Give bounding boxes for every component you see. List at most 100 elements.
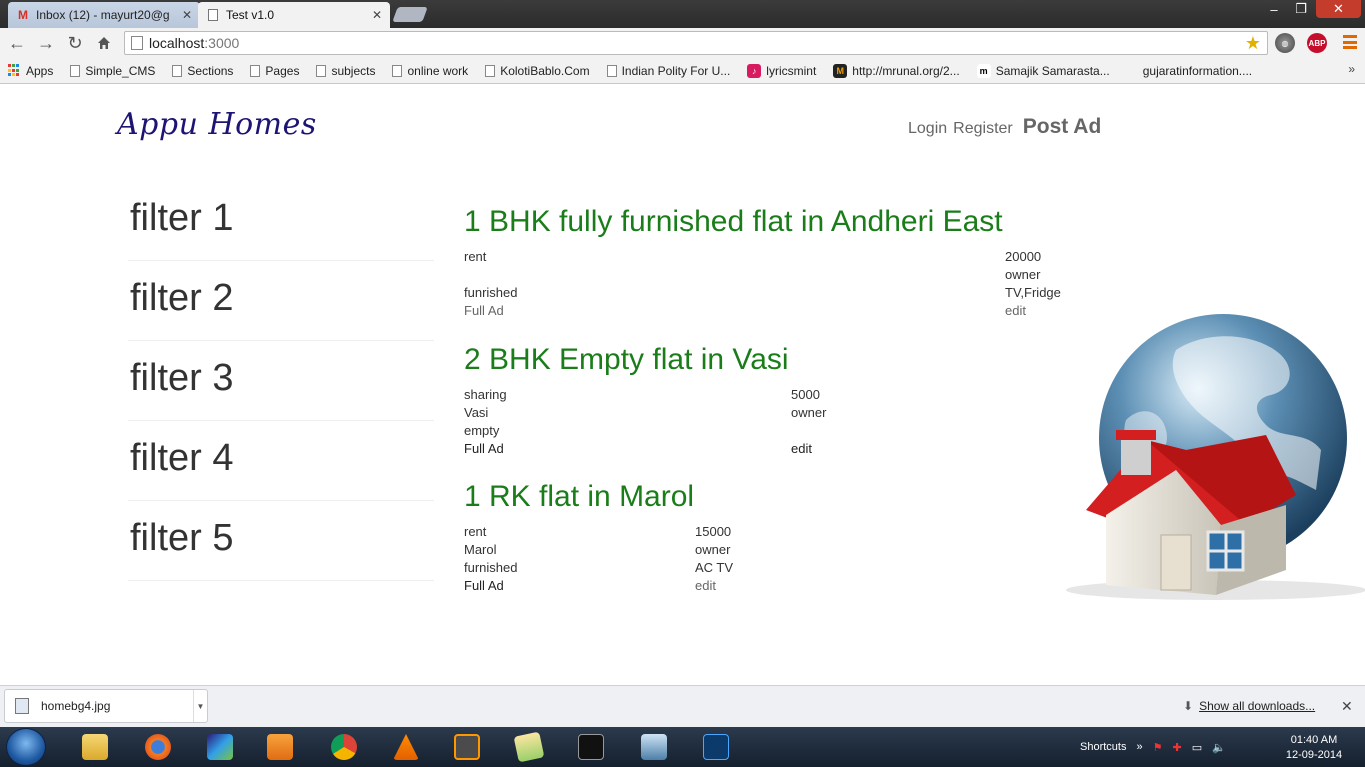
bookmark-pages[interactable]: Pages [250, 64, 299, 78]
bookmark-simple-cms[interactable]: Simple_CMS [70, 64, 155, 78]
sublime-text-icon [454, 734, 480, 760]
filter-item[interactable]: filter 1 [128, 181, 434, 261]
back-arrow-icon: ← [8, 32, 26, 53]
ad-posted-by: owner [695, 542, 731, 557]
taskbar-folder[interactable] [509, 731, 549, 763]
taskbar-vlc[interactable] [386, 731, 426, 763]
filter-item[interactable]: filter 4 [128, 421, 434, 501]
bookmark-subjects[interactable]: subjects [316, 64, 375, 78]
taskbar-winamp[interactable] [200, 731, 240, 763]
taskbar-chrome[interactable] [324, 731, 364, 763]
ad-furnishing: empty [464, 423, 500, 438]
download-menu-button[interactable]: ▼ [193, 690, 207, 722]
clock[interactable]: 01:40 AM 12-09-2014 [1282, 733, 1346, 763]
bookmark-sections[interactable]: Sections [172, 64, 233, 78]
taskbar-cmd[interactable] [571, 731, 611, 763]
filter-item[interactable]: filter 2 [128, 261, 434, 341]
filter-item[interactable]: filter 5 [128, 501, 434, 581]
ad-posted-by: owner [1005, 267, 1041, 282]
start-button[interactable] [6, 728, 46, 766]
network-tray-icon[interactable]: ▭ [1192, 741, 1202, 754]
tab-gmail[interactable]: M Inbox (12) - mayurt20@g ✕ [8, 2, 200, 28]
taskbar-explorer[interactable] [75, 731, 115, 763]
tab-close-icon[interactable]: ✕ [182, 8, 192, 22]
taskbar-firefox[interactable] [138, 731, 178, 763]
bookmark-apps[interactable]: Apps [8, 64, 53, 78]
address-bar[interactable]: localhost:3000 ★ [124, 31, 1268, 55]
bookmark-star-icon[interactable]: ★ [1245, 33, 1261, 54]
bookmark-kolotibablo[interactable]: KolotiBablo.Com [485, 64, 590, 78]
bookmark-samajik[interactable]: m Samajik Samarasta... [976, 63, 1110, 78]
maximize-button[interactable]: ❐ [1289, 0, 1313, 18]
page-icon [250, 64, 261, 77]
bookmark-gujarat[interactable]: gujaratinformation.... [1143, 64, 1252, 78]
edit-link[interactable]: edit [791, 440, 812, 458]
edit-link[interactable]: edit [1005, 302, 1026, 320]
edit-link[interactable]: edit [695, 577, 716, 595]
bookmark-label: Indian Polity For U... [621, 63, 731, 78]
ad-title[interactable]: 1 BHK fully furnished flat in Andheri Ea… [464, 205, 1003, 239]
close-window-button[interactable]: ✕ [1316, 0, 1361, 18]
bookmarks-bar: Apps Simple_CMS Sections Pages subjects … [0, 58, 1365, 84]
ad-location: Vasi [464, 405, 489, 420]
reload-button[interactable]: ↻ [63, 32, 87, 54]
bookmarks-overflow-button[interactable]: » [1348, 62, 1355, 76]
full-ad-link[interactable]: Full Ad [464, 577, 504, 595]
ad-title[interactable]: 1 RK flat in Marol [464, 480, 694, 514]
bookmark-label: Apps [26, 63, 54, 78]
page-content: Appu Homes Login Register Post Ad filter… [0, 85, 1365, 685]
downloads-shelf: homebg4.jpg ▼ ⬇ Show all downloads... ✕ [0, 685, 1365, 727]
back-button[interactable]: ← [5, 32, 29, 54]
adblock-plus-icon[interactable]: ABP [1307, 33, 1327, 53]
folder-icon [513, 731, 545, 763]
action-center-icon[interactable]: ⚑ [1153, 741, 1163, 754]
forward-button[interactable]: → [34, 32, 58, 54]
page-icon [206, 8, 220, 22]
login-link[interactable]: Login [908, 120, 947, 138]
tab-label: Test v1.0 [226, 8, 275, 22]
bookmark-mrunal[interactable]: Mhttp://mrunal.org/2... [833, 63, 960, 78]
tab-test[interactable]: Test v1.0 ✕ [198, 2, 390, 28]
system-tray: Shortcuts » ⚑ ✚ ▭ 🔈 [1080, 727, 1226, 767]
extension-globe-icon[interactable]: ◍ [1275, 33, 1295, 53]
taskbar-sublime[interactable] [447, 731, 487, 763]
bookmark-lyricsmint[interactable]: ♪ lyricsmint [747, 63, 816, 78]
volume-icon[interactable]: 🔈 [1212, 741, 1226, 754]
taskbar-network[interactable] [634, 731, 674, 763]
close-downloads-button[interactable]: ✕ [1341, 698, 1353, 715]
minimize-button[interactable]: – [1262, 0, 1286, 18]
bookmark-indian-polity[interactable]: Indian Polity For U... [606, 63, 731, 78]
filter-item[interactable]: filter 3 [128, 341, 434, 421]
full-ad-link[interactable]: Full Ad [464, 302, 504, 320]
globe-house-illustration [1066, 314, 1365, 600]
shortcuts-toolbar[interactable]: Shortcuts [1080, 741, 1126, 753]
taskbar-photoshop[interactable] [696, 731, 736, 763]
page-icon [172, 64, 183, 77]
taskbar: Shortcuts » ⚑ ✚ ▭ 🔈 01:40 AM 12-09-2014 [0, 727, 1365, 767]
bookmark-online-work[interactable]: online work [392, 64, 468, 78]
new-tab-button[interactable] [392, 7, 428, 22]
ad-furnishing: funrished [464, 285, 518, 300]
bookmark-label: Sections [187, 63, 234, 78]
tray-overflow-button[interactable]: » [1136, 741, 1142, 753]
download-item[interactable]: homebg4.jpg ▼ [4, 689, 208, 723]
ad-posted-by: owner [791, 405, 827, 420]
chrome-icon [331, 734, 357, 760]
full-ad-link[interactable]: Full Ad [464, 440, 504, 458]
post-ad-link[interactable]: Post Ad [1023, 115, 1102, 139]
bookmark-label: subjects [331, 63, 376, 78]
network-icon [641, 734, 667, 760]
ad-title[interactable]: 2 BHK Empty flat in Vasi [464, 343, 789, 377]
chrome-menu-icon[interactable] [1343, 35, 1357, 49]
taskbar-media-player[interactable] [260, 731, 300, 763]
filter-list: filter 1 filter 2 filter 3 filter 4 filt… [128, 181, 434, 581]
security-icon[interactable]: ✚ [1172, 741, 1181, 754]
site-logo[interactable]: Appu Homes [117, 107, 317, 142]
tab-close-icon[interactable]: ✕ [372, 8, 382, 22]
clock-time: 01:40 AM [1290, 734, 1338, 746]
bookmark-label: http://mrunal.org/2... [852, 63, 960, 78]
register-link[interactable]: Register [953, 120, 1013, 138]
bookmark-label: Simple_CMS [85, 63, 156, 78]
home-button[interactable] [92, 32, 116, 54]
show-all-downloads-link[interactable]: ⬇ Show all downloads... [1183, 699, 1315, 713]
